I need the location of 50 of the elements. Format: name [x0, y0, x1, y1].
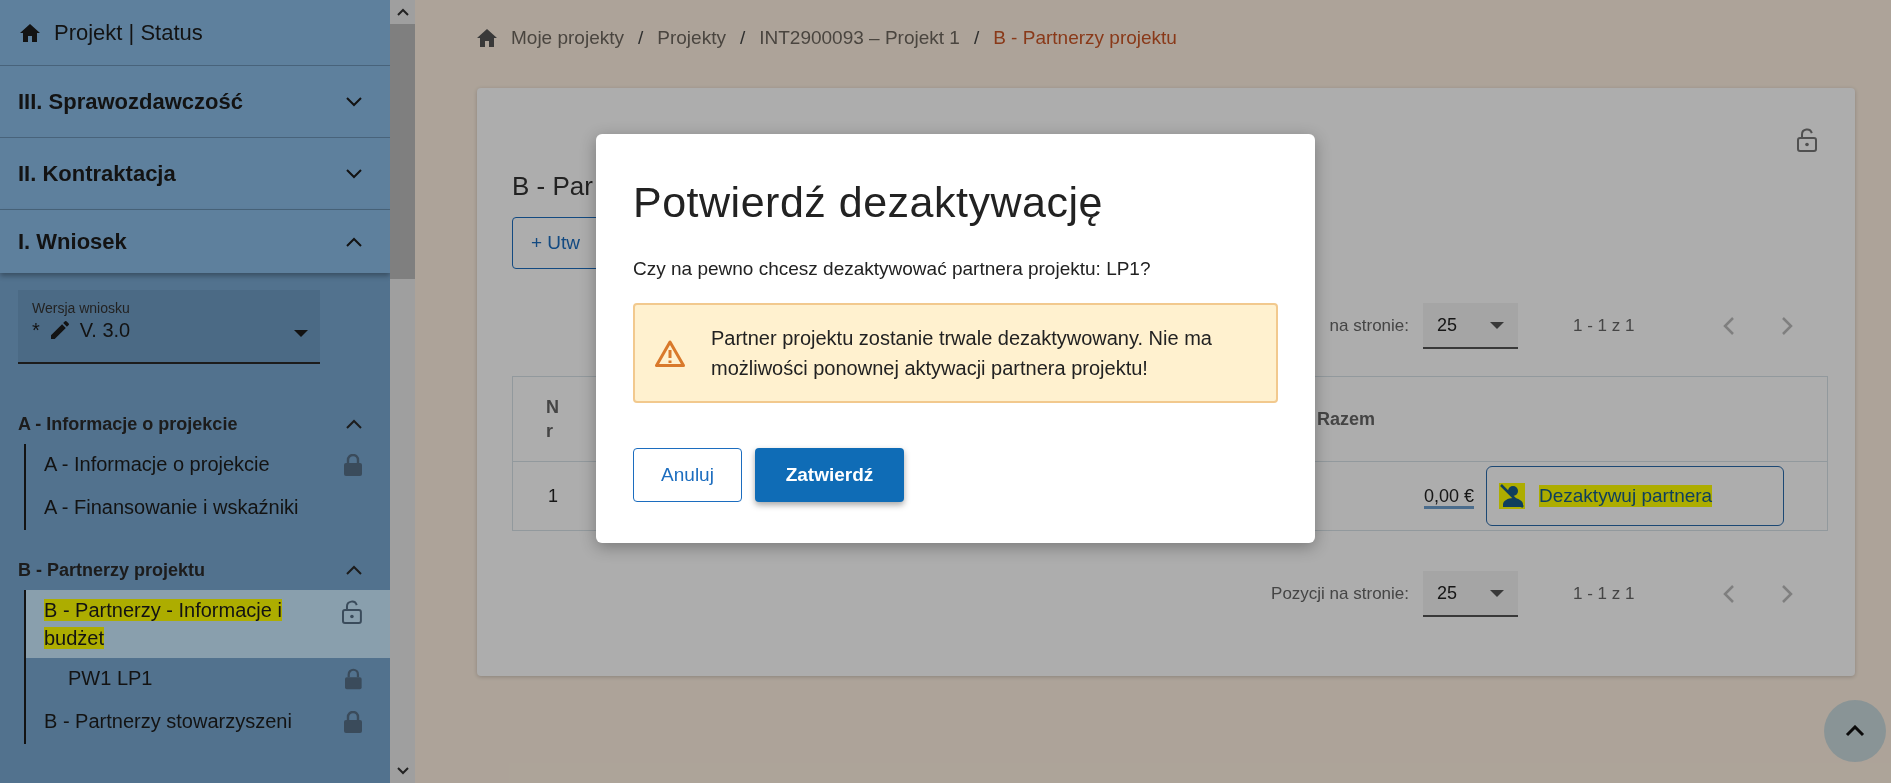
breadcrumb-separator: / [638, 27, 644, 49]
project-status-link[interactable]: Projekt | Status [0, 0, 390, 66]
breadcrumb-link[interactable]: INT2900093 – Projekt 1 [759, 27, 960, 49]
sidebar-item[interactable]: A - Informacje o projekcie [26, 444, 390, 487]
table-cell-text: 1 [547, 485, 559, 507]
sidebar-item[interactable]: B - Partnerzy stowarzyszeni [26, 701, 390, 744]
chevron-up-icon[interactable] [346, 565, 362, 575]
deactivate-partner-button[interactable]: Dezaktywuj partnera [1486, 466, 1784, 526]
breadcrumb-link[interactable]: Projekty [657, 27, 726, 49]
column-header: Razem [1316, 408, 1377, 430]
page-title: B - Par [512, 170, 593, 203]
chevron-up-icon [1845, 725, 1865, 737]
sidebar-section[interactable]: I. Wniosek [0, 210, 390, 273]
person-off-icon [1499, 483, 1525, 509]
sidebar-item[interactable]: PW1 LP1 [26, 658, 390, 701]
home-icon[interactable] [20, 23, 40, 42]
scrollbar-thumb[interactable] [390, 24, 415, 279]
chevron-up-icon[interactable] [346, 236, 362, 247]
page-size-label: na stronie: [1329, 316, 1409, 336]
warning-icon [655, 339, 685, 367]
breadcrumb-separator: / [739, 27, 746, 49]
chevron-down-icon[interactable] [346, 96, 362, 107]
sidebar-section[interactable]: II. Kontraktacja [0, 138, 390, 210]
chevron-up-icon[interactable] [346, 419, 362, 429]
page-range: 1 - 1 z 1 [1573, 584, 1636, 604]
sidebar-group[interactable]: A - Informacje o projekcie [0, 404, 390, 444]
breadcrumb-link[interactable]: B - Partnerzy projektu [993, 27, 1177, 49]
page-size-label: Pozycji na stronie: [1271, 584, 1409, 604]
sidebar-item[interactable]: B - Partnerzy - Informacje i budżet [26, 590, 390, 658]
caret-down-icon [1490, 589, 1504, 597]
sidebar-item[interactable]: A - Finansowanie i wskaźniki [26, 487, 390, 530]
sidebar-group[interactable]: B - Partnerzy projektu [0, 550, 390, 590]
breadcrumb-separator: / [973, 27, 980, 49]
column-header: Nr [546, 396, 558, 443]
cancel-button[interactable]: Anuluj [633, 448, 742, 502]
chevron-down-icon[interactable] [346, 168, 362, 179]
breadcrumb-link[interactable]: Moje projekty [511, 27, 624, 49]
warning-text: Partner projektu zostanie trwale dezaktywowany. Nie ma możliwości ponownej aktywacji partnera projektu! [711, 326, 1213, 381]
dialog-message: Czy na pewno chcesz dezaktywować partnera projektu: LP1? [633, 258, 1152, 280]
dialog-title: Potwierdź dezaktywację [633, 177, 1104, 228]
caret-down-icon [294, 329, 308, 337]
amount-link[interactable]: 0,00 € [1423, 485, 1474, 509]
caret-down-icon [1490, 321, 1504, 329]
page-size-select[interactable]: 25 [1423, 303, 1518, 349]
sidebar-section[interactable]: III. Sprawozdawczość [0, 66, 390, 138]
home-icon[interactable] [477, 29, 497, 47]
page-size-select[interactable]: 25 [1423, 571, 1518, 617]
version-select[interactable]: Wersja wniosku * V. 3.0 [18, 290, 320, 364]
confirm-button[interactable]: Zatwierdź [755, 448, 904, 502]
page-range: 1 - 1 z 1 [1573, 316, 1636, 336]
